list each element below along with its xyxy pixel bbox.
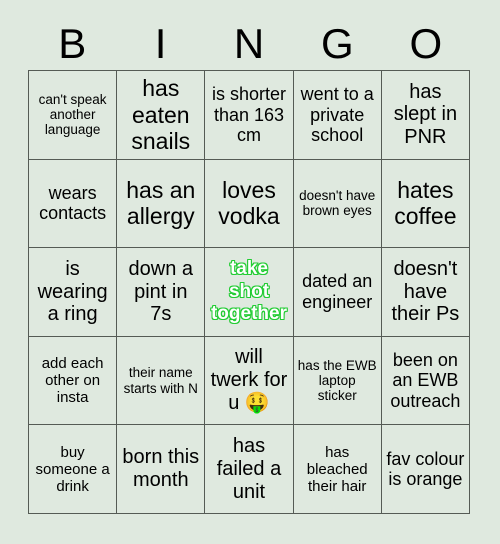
bingo-cell-r2-c3[interactable]: loves vodka bbox=[205, 159, 294, 249]
bingo-cell-label: has bleached their hair bbox=[306, 443, 368, 495]
bingo-cell-r3-c1[interactable]: is wearing a ring bbox=[29, 248, 118, 337]
bingo-card: B I N G O can't speak another language ha… bbox=[0, 0, 500, 544]
bingo-header-letter-g: G bbox=[321, 20, 354, 67]
bingo-cell-label: has the EWB laptop sticker bbox=[297, 357, 377, 404]
bingo-cell-r1-c4[interactable]: went to a private school bbox=[293, 71, 382, 160]
bingo-header-letter-n: N bbox=[233, 20, 265, 67]
bingo-cell-r5-c3[interactable]: has failed a unit bbox=[205, 425, 294, 514]
bingo-cell-r1-c2[interactable]: has eaten snails bbox=[117, 71, 206, 160]
bingo-cell-label: hates coffee bbox=[394, 177, 457, 230]
bingo-cell-label: loves vodka bbox=[218, 177, 280, 230]
bingo-cell-label: dated an engineer bbox=[302, 271, 373, 312]
bingo-cell-r3-c4[interactable]: dated an engineer bbox=[293, 248, 382, 337]
bingo-cell-label: wears contacts bbox=[39, 182, 107, 224]
bingo-cell-r5-c5[interactable]: fav colour is orange bbox=[381, 425, 470, 514]
bingo-header-letter-o: O bbox=[409, 20, 443, 67]
bingo-cell-label: their name starts with N bbox=[123, 365, 198, 396]
bingo-cell-r4-c1[interactable]: add each other on insta bbox=[29, 336, 118, 426]
bingo-cell-label: buy someone a drink bbox=[35, 443, 110, 495]
bingo-cell-label: is wearing a ring bbox=[37, 257, 108, 326]
bingo-cell-r2-c1[interactable]: wears contacts bbox=[29, 159, 118, 249]
bingo-cell-r4-c5[interactable]: been on an EWB outreach bbox=[381, 336, 470, 426]
bingo-free-space-cell[interactable]: take shot together bbox=[205, 248, 294, 337]
bingo-cell-r4-c4[interactable]: has the EWB laptop sticker bbox=[293, 336, 382, 426]
bingo-cell-r3-c5[interactable]: doesn't have their Ps bbox=[381, 248, 470, 337]
bingo-cell-label: doesn't have their Ps bbox=[391, 257, 460, 326]
bingo-header-letter-b: B bbox=[58, 20, 87, 67]
bingo-cell-label: down a pint in 7s bbox=[128, 257, 194, 326]
bingo-header: B I N G O bbox=[28, 18, 470, 70]
bingo-cell-label: has failed a unit bbox=[216, 434, 282, 503]
bingo-cell-r2-c2[interactable]: has an allergy bbox=[117, 159, 206, 249]
bingo-cell-r1-c5[interactable]: has slept in PNR bbox=[381, 71, 470, 160]
bingo-cell-label: born this month bbox=[122, 446, 200, 492]
bingo-grid: can't speak another language has eaten sn… bbox=[28, 70, 470, 514]
bingo-cell-label: will twerk for u 🤑 bbox=[210, 346, 288, 414]
bingo-cell-r5-c4[interactable]: has bleached their hair bbox=[293, 425, 382, 514]
bingo-cell-label: went to a private school bbox=[300, 84, 374, 146]
bingo-cell-label: has slept in PNR bbox=[393, 80, 458, 149]
bingo-cell-r1-c3[interactable]: is shorter than 163 cm bbox=[205, 71, 294, 160]
bingo-cell-label: fav colour is orange bbox=[386, 448, 465, 490]
bingo-cell-label: add each other on insta bbox=[41, 354, 104, 407]
bingo-cell-label: been on an EWB outreach bbox=[390, 349, 461, 411]
bingo-cell-r1-c1[interactable]: can't speak another language bbox=[29, 71, 118, 160]
bingo-header-letter-i: I bbox=[154, 20, 167, 67]
bingo-cell-r5-c2[interactable]: born this month bbox=[117, 425, 206, 514]
bingo-cell-label: is shorter than 163 cm bbox=[211, 84, 286, 146]
bingo-cell-r3-c2[interactable]: down a pint in 7s bbox=[117, 248, 206, 337]
bingo-cell-r2-c4[interactable]: doesn't have brown eyes bbox=[293, 159, 382, 249]
bingo-cell-label: doesn't have brown eyes bbox=[299, 188, 376, 219]
bingo-cell-label: has an allergy bbox=[126, 177, 196, 230]
bingo-cell-r4-c2[interactable]: their name starts with N bbox=[117, 336, 206, 426]
bingo-cell-label: take shot together bbox=[210, 258, 288, 325]
bingo-cell-r4-c3[interactable]: will twerk for u 🤑 bbox=[205, 336, 294, 426]
bingo-cell-label: has eaten snails bbox=[131, 75, 191, 154]
bingo-cell-label: can't speak another language bbox=[38, 91, 107, 138]
bingo-cell-r5-c1[interactable]: buy someone a drink bbox=[29, 425, 118, 514]
bingo-cell-r2-c5[interactable]: hates coffee bbox=[381, 159, 470, 249]
